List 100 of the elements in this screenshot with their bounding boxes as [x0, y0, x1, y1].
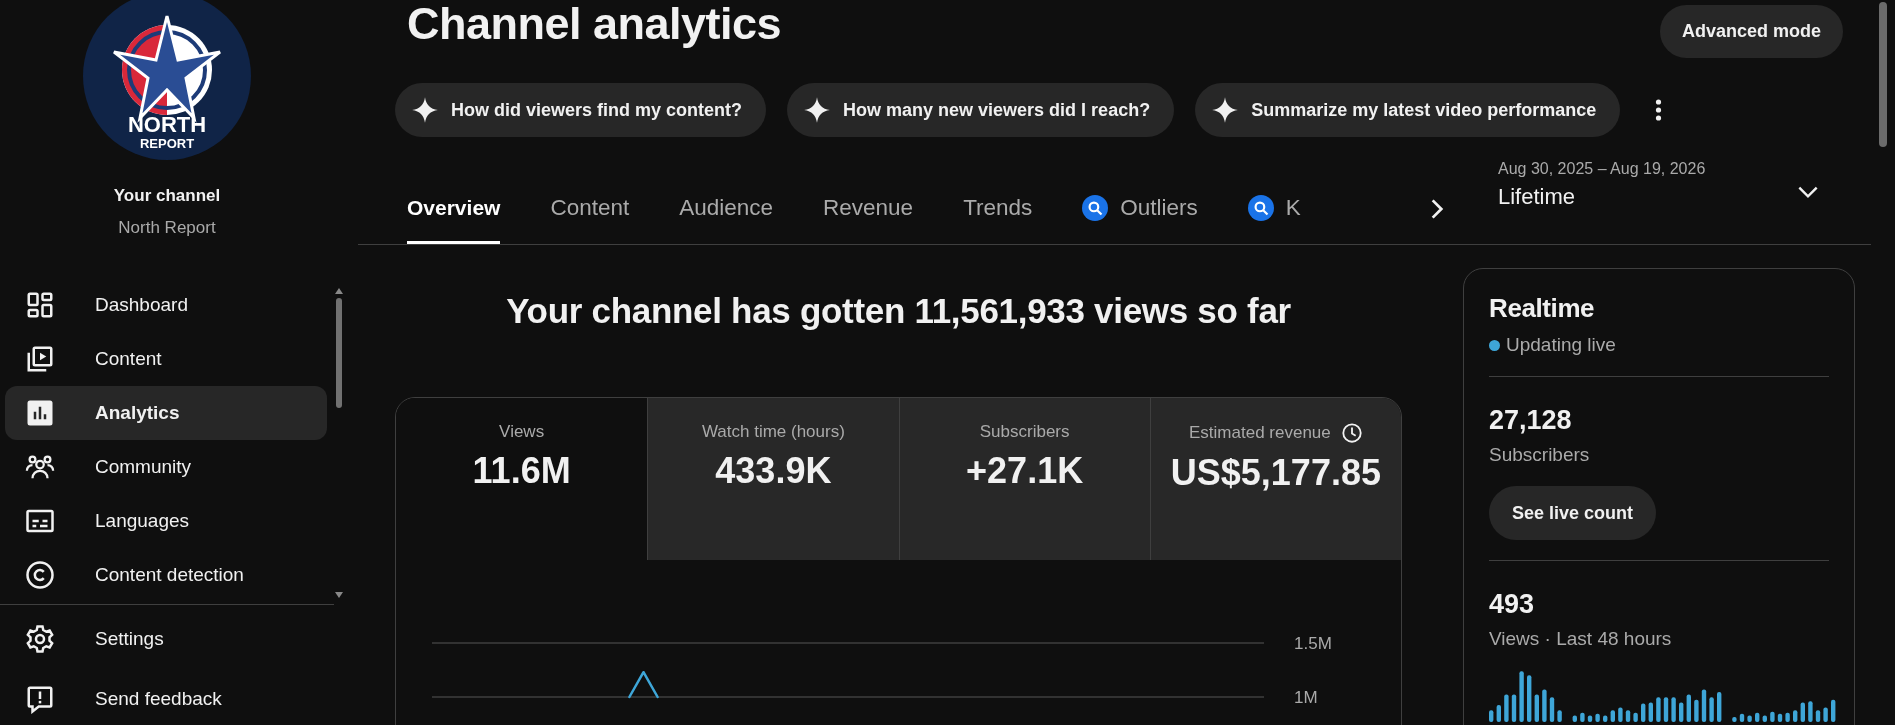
stat-value: 27,128 [1489, 405, 1573, 436]
sparkline-bar [1625, 710, 1631, 722]
sparkline-bar [1572, 715, 1577, 722]
page-title: Channel analytics [407, 0, 782, 50]
sparkline-bar [1694, 699, 1699, 722]
stat-value: 493 [1489, 589, 1536, 620]
sparkline-bar [1793, 710, 1798, 722]
metric-tab[interactable]: Watch time (hours) 433.9K [647, 398, 899, 560]
axis-label: 1M [1294, 688, 1318, 707]
status-text: Updating live [1506, 334, 1616, 356]
sparkline-bar [1732, 716, 1737, 722]
sparkline-bar [1549, 697, 1555, 722]
copyright-icon [25, 560, 55, 590]
sparkline-bar [1762, 715, 1767, 722]
see-live-count-button[interactable]: See live count [1489, 486, 1657, 540]
axis-label: 1.5M [1294, 634, 1332, 653]
tab[interactable]: Overview [407, 174, 501, 244]
sparkline-bar [1587, 715, 1593, 722]
sparkline-bar [1610, 710, 1615, 722]
sparkline-bar [1717, 692, 1722, 722]
sparkline-bar [1823, 707, 1828, 722]
sidebar-item[interactable]: Dashboard [5, 278, 327, 332]
badge-icon [1082, 194, 1109, 221]
metric-tab[interactable]: Subscribers +27.1K [898, 398, 1150, 560]
channel-label: Your channel [113, 186, 221, 206]
sparkline-bar [1496, 705, 1501, 722]
sparkline-bar [1656, 697, 1661, 722]
metric-value: US$5,177.85 [1170, 452, 1381, 494]
metric-label: Estimated revenue [1189, 423, 1331, 443]
clock-icon [1340, 422, 1363, 444]
sparkline-bar [1557, 710, 1562, 722]
sparkline-bar [1641, 703, 1646, 722]
settings-icon [25, 624, 55, 654]
sparkline-bar [1511, 694, 1517, 722]
sparkline-bar [1542, 689, 1547, 722]
suggestion-chip[interactable]: How did viewers find my content? [395, 83, 767, 137]
sparkline-bar [1831, 699, 1836, 722]
logo-text: REPORT [139, 136, 195, 151]
video-stack-icon [25, 344, 55, 374]
stat-label: Subscribers [1489, 444, 1591, 466]
dashboard-icon [25, 290, 55, 320]
sidebar-item[interactable]: Analytics [5, 386, 327, 440]
sparkline-bar [1527, 675, 1532, 722]
sparkline-bar [1785, 712, 1790, 722]
headline: Your channel has gotten 11,561,933 views so far [505, 291, 1292, 331]
tab[interactable]: Audience [679, 174, 774, 244]
tab[interactable]: Content [550, 174, 630, 244]
sparkline-bar [1489, 710, 1494, 722]
sparkline-bar [1595, 713, 1600, 722]
feedback-icon [25, 684, 55, 714]
sparkline-bar [1603, 715, 1608, 722]
badge-icon [1247, 194, 1274, 221]
live-dot [1489, 339, 1500, 351]
metric-label: Watch time (hours) [701, 422, 845, 442]
sparkline-bar [1618, 707, 1623, 722]
tab[interactable]: K [1247, 174, 1301, 244]
sidebar-item[interactable]: Content detection [5, 548, 327, 602]
suggestion-chip[interactable]: How many new viewers did I reach? [787, 83, 1175, 137]
tab[interactable]: Trends [963, 174, 1033, 244]
sparkline-bar [1800, 702, 1805, 722]
sparkline-bar [1679, 702, 1684, 722]
sparkline-bar [1701, 689, 1707, 722]
sparkline-bar [1504, 694, 1509, 722]
sidebar-item[interactable]: Content [5, 332, 327, 386]
sidebar-item[interactable]: Settings [5, 609, 327, 669]
sparkline-bar [1663, 697, 1669, 722]
metric-value: 11.6M [472, 450, 571, 492]
sparkline-bar [1747, 715, 1752, 722]
channel-name: North Report [118, 218, 216, 238]
stat-label: Views · Last 48 hours [1489, 628, 1673, 650]
sparkline-bar [1709, 697, 1714, 722]
sparkline-bar [1534, 694, 1539, 722]
sparkline-bar [1671, 697, 1676, 722]
sparkline-bar [1648, 702, 1653, 722]
metric-tab[interactable]: Estimated revenue US$5,177.85 [1149, 398, 1401, 560]
tab[interactable]: Outliers [1082, 174, 1198, 244]
sparkline-bar [1686, 694, 1691, 722]
date-range: Aug 30, 2025 – Aug 19, 2026 [1498, 160, 1706, 178]
tab[interactable]: Revenue [823, 174, 914, 244]
sparkline-bar [1633, 712, 1638, 722]
sparkline-bar [1815, 710, 1821, 722]
sparkline-bar [1739, 713, 1745, 722]
bar-chart-icon [25, 398, 55, 428]
sparkle-icon [411, 96, 439, 124]
more-options-icon[interactable] [1655, 99, 1663, 121]
card-title: Realtime [1489, 293, 1596, 324]
metric-value: 433.9K [715, 450, 832, 492]
sparkline-bar [1755, 712, 1760, 722]
sidebar-item[interactable]: Community [5, 440, 327, 494]
sparkline-bar [1580, 712, 1585, 722]
sidebar-item[interactable]: Languages [5, 494, 327, 548]
metric-value: +27.1K [966, 450, 1084, 492]
sidebar-item[interactable]: Send feedback [5, 669, 327, 725]
sparkline-bar [1777, 713, 1783, 722]
sparkline-bar [1519, 671, 1524, 722]
logo-text: NORTH [127, 112, 207, 137]
period-label: Lifetime [1498, 184, 1577, 210]
advanced-mode-button[interactable]: Advanced mode [1659, 5, 1843, 58]
suggestion-chip[interactable]: Summarize my latest video performance [1195, 83, 1621, 137]
metric-label: Subscribers [979, 422, 1070, 442]
